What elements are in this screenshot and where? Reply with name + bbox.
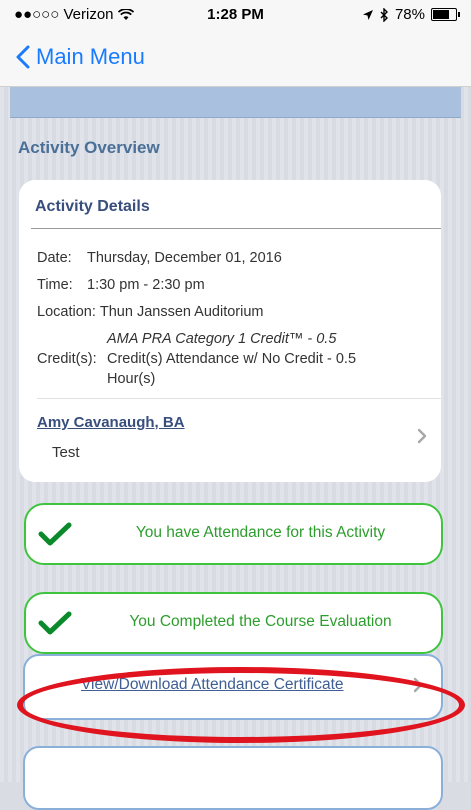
location-row: Location: Thun Janssen Auditorium: [37, 302, 372, 322]
credit-line-ama: AMA PRA Category 1 Credit™ - 0.5: [107, 331, 337, 347]
battery-icon: [431, 8, 460, 21]
date-row: Date: Thursday, December 01, 2016: [37, 248, 372, 268]
location-value: Thun Janssen Auditorium: [99, 304, 264, 320]
time-row: Time: 1:30 pm - 2:30 pm: [37, 275, 372, 295]
location-label: Location:: [37, 304, 96, 320]
check-icon: [38, 522, 72, 546]
battery-percent: 78%: [394, 6, 425, 23]
credit-label: Credit(s):: [37, 351, 97, 367]
date-value: Thursday, December 01, 2016: [87, 250, 282, 266]
back-label: Main Menu: [36, 44, 145, 69]
battery-fill: [433, 10, 449, 19]
bluetooth-icon: [380, 7, 388, 22]
chevron-right-icon: [417, 428, 427, 444]
attendance-status: You have Attendance for this Activity: [24, 503, 443, 565]
next-item-card[interactable]: [23, 746, 443, 810]
card-title: Activity Details: [35, 198, 150, 215]
credit-line-attendance: Credit(s) Attendance w/ No Credit - 0.5 …: [107, 351, 357, 387]
nav-bar: Main Menu: [0, 32, 471, 87]
presenter-link[interactable]: Amy Cavanaugh, BA: [37, 414, 185, 431]
presenter-subtitle: Test: [52, 444, 80, 461]
header-strip: [10, 87, 461, 118]
evaluation-status: You Completed the Course Evaluation: [24, 592, 443, 654]
divider: [31, 228, 441, 229]
annotation-circle: [17, 667, 465, 743]
divider: [37, 398, 441, 399]
status-right: 78%: [362, 6, 460, 23]
evaluation-status-text: You Completed the Course Evaluation: [129, 613, 392, 630]
credit-row: Credit(s): AMA PRA Category 1 Credit™ - …: [37, 329, 372, 389]
section-title: Activity Overview: [18, 138, 160, 157]
activity-details-card: Activity Details Date: Thursday, Decembe…: [19, 180, 441, 482]
chevron-left-icon: [16, 45, 30, 69]
details-grid: Date: Thursday, December 01, 2016 Time: …: [37, 248, 372, 396]
status-bar: ●●○○○ Verizon 1:28 PM 78%: [0, 0, 471, 32]
date-label: Date:: [37, 250, 72, 266]
check-icon: [38, 611, 72, 635]
credit-values: AMA PRA Category 1 Credit™ - 0.5 Credit(…: [107, 329, 357, 389]
attendance-status-text: You have Attendance for this Activity: [135, 524, 386, 541]
location-arrow-icon: [362, 9, 373, 20]
time-value: 1:30 pm - 2:30 pm: [87, 277, 205, 293]
time-label: Time:: [37, 277, 73, 293]
back-button[interactable]: Main Menu: [16, 44, 145, 70]
